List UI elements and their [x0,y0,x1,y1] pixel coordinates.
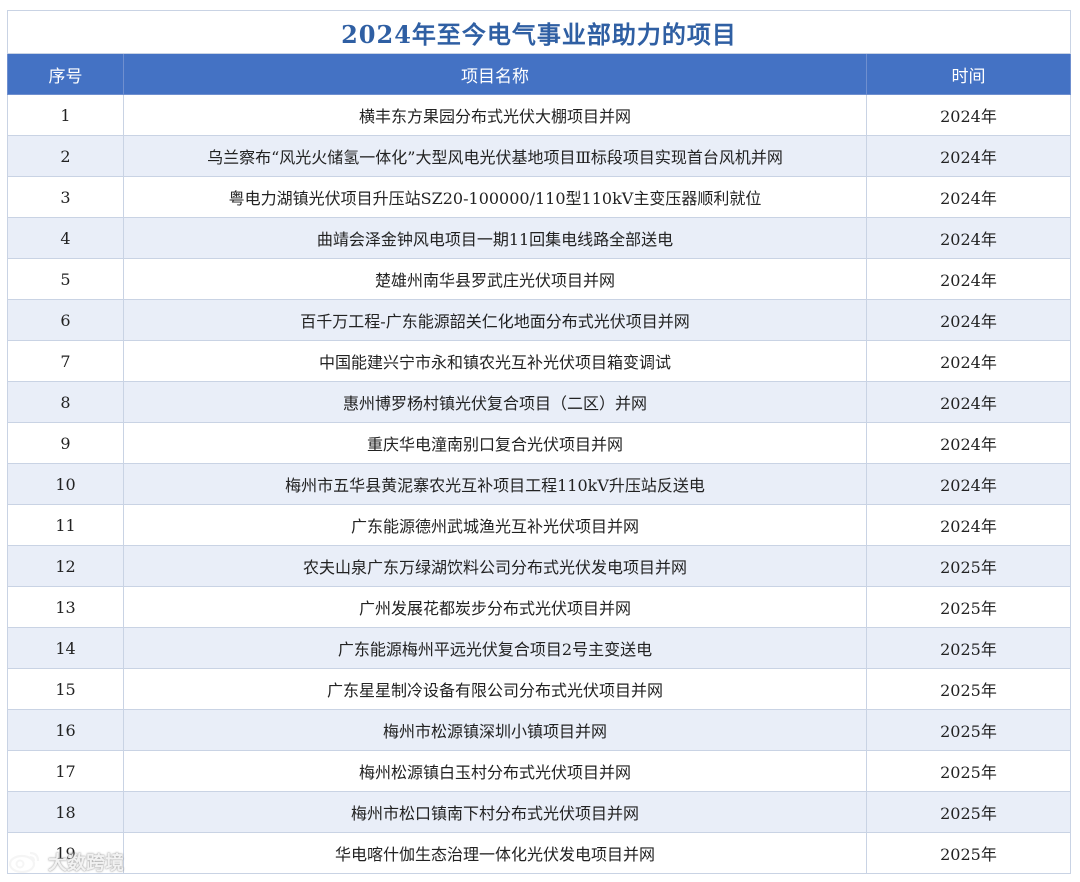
row-number-cell: 6 [7,299,124,341]
time-cell: 2025年 [866,832,1071,874]
time-cell: 2024年 [866,504,1071,546]
row-number-cell: 14 [7,627,124,669]
time-cell: 2024年 [866,258,1071,300]
table-row: 12 农夫山泉广东万绿湖饮料公司分布式光伏发电项目并网 2025年 [7,545,1071,587]
row-number-cell: 5 [7,258,124,300]
project-name-cell: 梅州市五华县黄泥寨农光互补项目工程110kV升压站反送电 [123,463,867,505]
project-name-cell: 梅州市松口镇南下村分布式光伏项目并网 [123,791,867,833]
project-name-cell: 华电喀什伽生态治理一体化光伏发电项目并网 [123,832,867,874]
project-name-cell: 广东能源德州武城渔光互补光伏项目并网 [123,504,867,546]
table-row: 11 广东能源德州武城渔光互补光伏项目并网 2024年 [7,504,1071,546]
row-number-cell: 10 [7,463,124,505]
project-name-cell: 农夫山泉广东万绿湖饮料公司分布式光伏发电项目并网 [123,545,867,587]
table-row: 18 梅州市松口镇南下村分布式光伏项目并网 2025年 [7,791,1071,833]
spreadsheet-view: 2024年至今电气事业部助力的项目 序号 项目名称 时间 1 横丰东方果园分布式光… [0,0,1080,882]
table-body: 1 横丰东方果园分布式光伏大棚项目并网 2024年 2 乌兰察布“风光火储氢一体化”大型… [7,94,1071,874]
table-row: 19 华电喀什伽生态治理一体化光伏发电项目并网 2025年 [7,832,1071,874]
table-row: 7 中国能建兴宁市永和镇农光互补光伏项目箱变调试 2024年 [7,340,1071,382]
project-name-cell: 曲靖会泽金钟风电项目一期11回集电线路全部送电 [123,217,867,259]
header-name: 项目名称 [123,53,867,95]
time-cell: 2024年 [866,176,1071,218]
table-row: 3 粤电力湖镇光伏项目升压站SZ20-100000/110型110kV主变压器顺利… [7,176,1071,218]
project-name-cell: 粤电力湖镇光伏项目升压站SZ20-100000/110型110kV主变压器顺利就… [123,176,867,218]
table-row: 15 广东星星制冷设备有限公司分布式光伏项目并网 2025年 [7,668,1071,710]
projects-table: 2024年至今电气事业部助力的项目 序号 项目名称 时间 1 横丰东方果园分布式光… [7,10,1071,874]
time-cell: 2025年 [866,709,1071,751]
row-number-cell: 2 [7,135,124,177]
time-cell: 2025年 [866,791,1071,833]
table-row: 5 楚雄州南华县罗武庄光伏项目并网 2024年 [7,258,1071,300]
project-name-cell: 广东能源梅州平远光伏复合项目2号主变送电 [123,627,867,669]
table-row: 13 广州发展花都炭步分布式光伏项目并网 2025年 [7,586,1071,628]
project-name-cell: 楚雄州南华县罗武庄光伏项目并网 [123,258,867,300]
time-cell: 2024年 [866,381,1071,423]
row-number-cell: 16 [7,709,124,751]
row-number-cell: 19 [7,832,124,874]
time-cell: 2024年 [866,94,1071,136]
row-number-cell: 4 [7,217,124,259]
table-row: 9 重庆华电潼南别口复合光伏项目并网 2024年 [7,422,1071,464]
row-number-cell: 9 [7,422,124,464]
table-title: 2024年至今电气事业部助力的项目 [7,10,1071,54]
time-cell: 2025年 [866,545,1071,587]
project-name-cell: 广州发展花都炭步分布式光伏项目并网 [123,586,867,628]
table-row: 4 曲靖会泽金钟风电项目一期11回集电线路全部送电 2024年 [7,217,1071,259]
time-cell: 2024年 [866,463,1071,505]
project-name-cell: 中国能建兴宁市永和镇农光互补光伏项目箱变调试 [123,340,867,382]
time-cell: 2024年 [866,217,1071,259]
project-name-cell: 横丰东方果园分布式光伏大棚项目并网 [123,94,867,136]
project-name-cell: 惠州博罗杨村镇光伏复合项目（二区）并网 [123,381,867,423]
table-row: 2 乌兰察布“风光火储氢一体化”大型风电光伏基地项目Ⅲ标段项目实现首台风机并网 20… [7,135,1071,177]
time-cell: 2024年 [866,422,1071,464]
project-name-cell: 乌兰察布“风光火储氢一体化”大型风电光伏基地项目Ⅲ标段项目实现首台风机并网 [123,135,867,177]
table-row: 14 广东能源梅州平远光伏复合项目2号主变送电 2025年 [7,627,1071,669]
project-name-cell: 百千万工程-广东能源韶关仁化地面分布式光伏项目并网 [123,299,867,341]
project-name-cell: 梅州松源镇白玉村分布式光伏项目并网 [123,750,867,792]
table-row: 8 惠州博罗杨村镇光伏复合项目（二区）并网 2024年 [7,381,1071,423]
time-cell: 2024年 [866,135,1071,177]
project-name-cell: 重庆华电潼南别口复合光伏项目并网 [123,422,867,464]
time-cell: 2025年 [866,668,1071,710]
project-name-cell: 梅州市松源镇深圳小镇项目并网 [123,709,867,751]
time-cell: 2025年 [866,627,1071,669]
row-number-cell: 13 [7,586,124,628]
row-number-cell: 8 [7,381,124,423]
time-cell: 2024年 [866,340,1071,382]
time-cell: 2025年 [866,750,1071,792]
row-number-cell: 3 [7,176,124,218]
time-cell: 2024年 [866,299,1071,341]
header-time: 时间 [866,53,1071,95]
time-cell: 2025年 [866,586,1071,628]
row-number-cell: 11 [7,504,124,546]
row-number-cell: 12 [7,545,124,587]
table-row: 1 横丰东方果园分布式光伏大棚项目并网 2024年 [7,94,1071,136]
table-row: 10 梅州市五华县黄泥寨农光互补项目工程110kV升压站反送电 2024年 [7,463,1071,505]
row-number-cell: 18 [7,791,124,833]
header-no: 序号 [7,53,124,95]
row-number-cell: 7 [7,340,124,382]
row-number-cell: 15 [7,668,124,710]
table-row: 16 梅州市松源镇深圳小镇项目并网 2025年 [7,709,1071,751]
project-name-cell: 广东星星制冷设备有限公司分布式光伏项目并网 [123,668,867,710]
table-row: 17 梅州松源镇白玉村分布式光伏项目并网 2025年 [7,750,1071,792]
table-row: 6 百千万工程-广东能源韶关仁化地面分布式光伏项目并网 2024年 [7,299,1071,341]
row-number-cell: 1 [7,94,124,136]
row-number-cell: 17 [7,750,124,792]
header-row: 序号 项目名称 时间 [7,53,1071,95]
